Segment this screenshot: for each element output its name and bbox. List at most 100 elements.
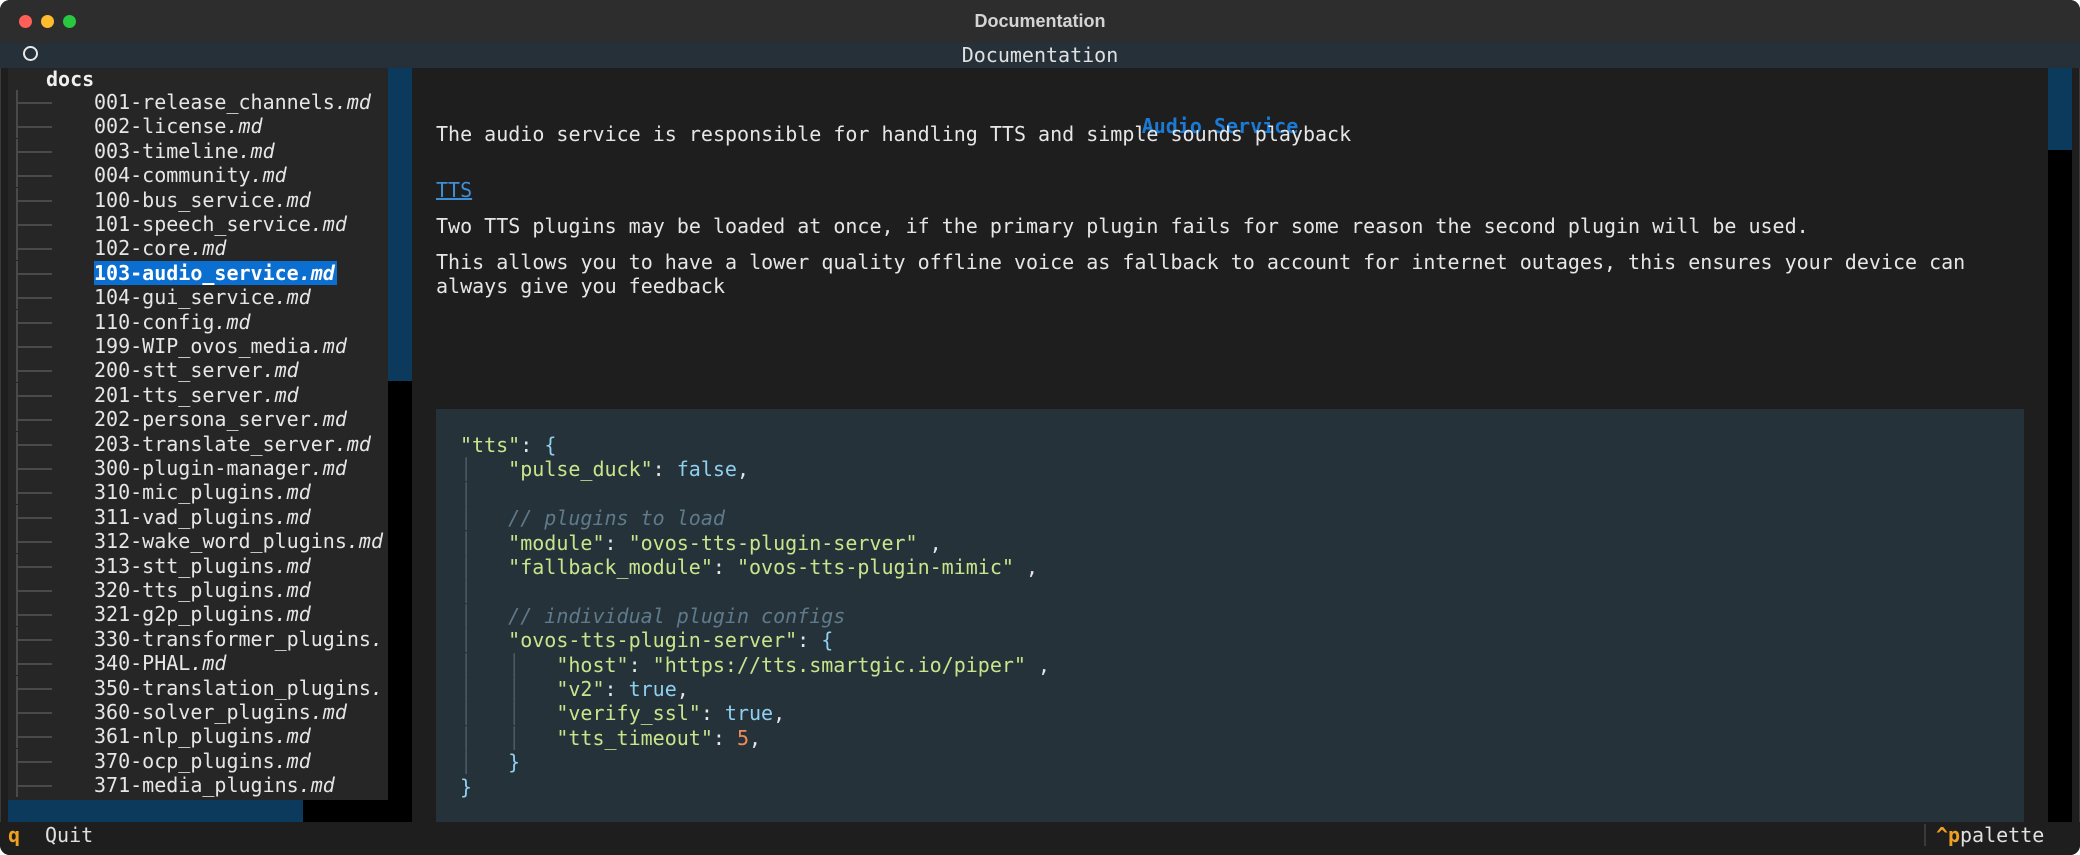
tree-file-item[interactable]: 313-stt_plugins.md: [8, 553, 388, 578]
file-extension: .md: [274, 602, 311, 627]
tree-file-item[interactable]: 371-media_plugins.md: [8, 773, 388, 798]
code-line: │ │ "tts_timeout": 5,: [460, 726, 761, 750]
quit-key[interactable]: q: [8, 822, 20, 848]
tree-file-item[interactable]: 312-wake_word_plugins.md: [8, 529, 388, 554]
code-token: "ovos-tts-plugin-server": [628, 530, 918, 555]
tree-file-name[interactable]: 001-release_channels.md: [94, 90, 371, 114]
tree-file-item[interactable]: 340-PHAL.md: [8, 651, 388, 676]
file-extension: .md: [214, 309, 251, 334]
tree-file-name[interactable]: 004-community.md: [94, 163, 287, 187]
tree-file-item[interactable]: 100-bus_service.md: [8, 187, 388, 212]
tree-file-item[interactable]: 321-g2p_plugins.md: [8, 602, 388, 627]
tree-branch-line: [18, 712, 52, 714]
code-token: {: [544, 433, 557, 457]
tree-file-name[interactable]: 320-tts_plugins.md: [94, 578, 311, 602]
tree-file-name[interactable]: 103-audio_service.md: [94, 260, 337, 285]
tree-file-name[interactable]: 203-translate_server.md: [94, 432, 371, 456]
tree-hscrollbar-thumb[interactable]: [8, 800, 303, 822]
tree-file-name[interactable]: 321-g2p_plugins.md: [94, 602, 311, 626]
tree-file-item[interactable]: 101-speech_service.md: [8, 212, 388, 236]
code-line: │ "fallback_module": "ovos-tts-plugin-mi…: [460, 555, 1038, 579]
tree-file-name[interactable]: 199-WIP_ovos_media.md: [94, 334, 347, 358]
tts-link[interactable]: TTS: [436, 178, 472, 202]
code-token: "module": [508, 530, 605, 555]
tree-file-item[interactable]: 201-tts_server.md: [8, 382, 388, 407]
tree-file-item[interactable]: 200-stt_server.md: [8, 358, 388, 383]
tree-file-item[interactable]: 361-nlp_plugins.md: [8, 724, 388, 749]
tree-file-item[interactable]: 202-persona_server.md: [8, 407, 388, 432]
tree-file-name[interactable]: 371-media_plugins.md: [94, 773, 335, 797]
code-token: │: [460, 750, 509, 775]
file-extension: .md: [226, 114, 263, 139]
directory-tree[interactable]: docs 001-release_channels.md 002-license.…: [8, 68, 388, 800]
tree-file-item[interactable]: 311-vad_plugins.md: [8, 504, 388, 529]
code-block: "tts": {│ "pulse_duck": false, │ │ // plug…: [436, 409, 2024, 822]
tree-file-item[interactable]: 350-translation_plugins.: [8, 675, 388, 700]
tree-file-name[interactable]: 330-transformer_plugins.: [94, 627, 383, 651]
tree-file-name[interactable]: 100-bus_service.md: [94, 188, 311, 212]
code-line: │ }: [460, 750, 520, 774]
tree-file-item[interactable]: 310-mic_plugins.md: [8, 480, 388, 505]
palette-label[interactable]: palette: [1960, 822, 2044, 848]
tree-file-item[interactable]: 300-plugin-manager.md: [8, 456, 388, 480]
tree-file-item[interactable]: 110-config.md: [8, 309, 388, 334]
tree-file-item[interactable]: 320-tts_plugins.md: [8, 578, 388, 602]
tree-file-item[interactable]: 370-ocp_plugins.md: [8, 748, 388, 773]
tree-file-name[interactable]: 311-vad_plugins.md: [94, 505, 311, 529]
code-token: :: [797, 628, 822, 653]
tree-file-name[interactable]: 300-plugin-manager.md: [94, 456, 347, 480]
code-token: :: [628, 652, 653, 677]
tree-file-name[interactable]: 360-solver_plugins.md: [94, 700, 347, 724]
file-extension: .: [370, 675, 383, 700]
code-token: }: [508, 750, 521, 775]
code-token: "fallback_module": [508, 555, 713, 579]
quit-label[interactable]: Quit: [45, 822, 93, 848]
tree-file-name[interactable]: 340-PHAL.md: [94, 651, 226, 675]
tree-file-name[interactable]: 201-tts_server.md: [94, 383, 299, 407]
tree-file-item[interactable]: 203-translate_server.md: [8, 431, 388, 456]
tree-branch-line: [18, 370, 52, 373]
code-token: :: [652, 457, 677, 482]
tree-vertical-scrollbar[interactable]: [388, 68, 412, 800]
tree-file-name[interactable]: 110-config.md: [94, 310, 251, 334]
tree-file-item[interactable]: 104-gui_service.md: [8, 285, 388, 310]
content-vertical-scrollbar[interactable]: [2048, 68, 2072, 822]
tree-file-item[interactable]: 102-core.md: [8, 236, 388, 261]
tree-file-name[interactable]: 361-nlp_plugins.md: [94, 724, 311, 748]
tree-file-name[interactable]: 350-translation_plugins.: [94, 676, 383, 700]
file-extension: .md: [274, 504, 311, 529]
tree-file-name[interactable]: 104-gui_service.md: [94, 285, 311, 309]
tree-horizontal-scrollbar[interactable]: [8, 800, 412, 822]
file-basename: 311-vad_plugins: [94, 504, 275, 529]
code-token: // individual plugin configs: [508, 603, 846, 628]
tree-root-label[interactable]: docs: [46, 68, 94, 90]
tree-scrollbar-thumb[interactable]: [388, 68, 412, 381]
tree-file-name[interactable]: 312-wake_word_plugins.md: [94, 529, 383, 553]
tree-file-name[interactable]: 310-mic_plugins.md: [94, 480, 311, 504]
tree-file-item[interactable]: 199-WIP_ovos_media.md: [8, 334, 388, 358]
tree-branch-line: [18, 175, 52, 178]
tree-file-name[interactable]: 370-ocp_plugins.md: [94, 749, 311, 773]
tree-file-item[interactable]: 004-community.md: [8, 163, 388, 188]
tree-file-item[interactable]: 002-license.md: [8, 114, 388, 139]
tree-branch-line: [18, 297, 52, 300]
tree-file-name[interactable]: 102-core.md: [94, 236, 226, 260]
palette-key[interactable]: ^p: [1936, 822, 1960, 848]
tree-file-item[interactable]: 360-solver_plugins.md: [8, 700, 388, 724]
tree-file-item[interactable]: 003-timeline.md: [8, 138, 388, 163]
tree-branch-line: [18, 541, 52, 544]
tree-file-item[interactable]: 330-transformer_plugins.: [8, 626, 388, 651]
tree-branch-line: [18, 346, 52, 348]
content-scrollbar-thumb[interactable]: [2048, 68, 2072, 150]
tree-file-name[interactable]: 202-persona_server.md: [94, 407, 347, 431]
tree-file-item[interactable]: 001-release_channels.md: [8, 90, 388, 114]
tree-file-item[interactable]: 103-audio_service.md: [8, 260, 388, 285]
tree-file-name[interactable]: 200-stt_server.md: [94, 358, 299, 382]
app-header: Documentation: [0, 42, 2080, 68]
code-token: "ovos-tts-plugin-server": [508, 628, 798, 653]
tree-file-name[interactable]: 002-license.md: [94, 114, 263, 138]
tree-file-name[interactable]: 101-speech_service.md: [94, 212, 347, 236]
tree-file-name[interactable]: 003-timeline.md: [94, 139, 275, 163]
tree-file-name[interactable]: 313-stt_plugins.md: [94, 554, 311, 578]
code-line: │ // individual plugin configs: [460, 604, 845, 628]
